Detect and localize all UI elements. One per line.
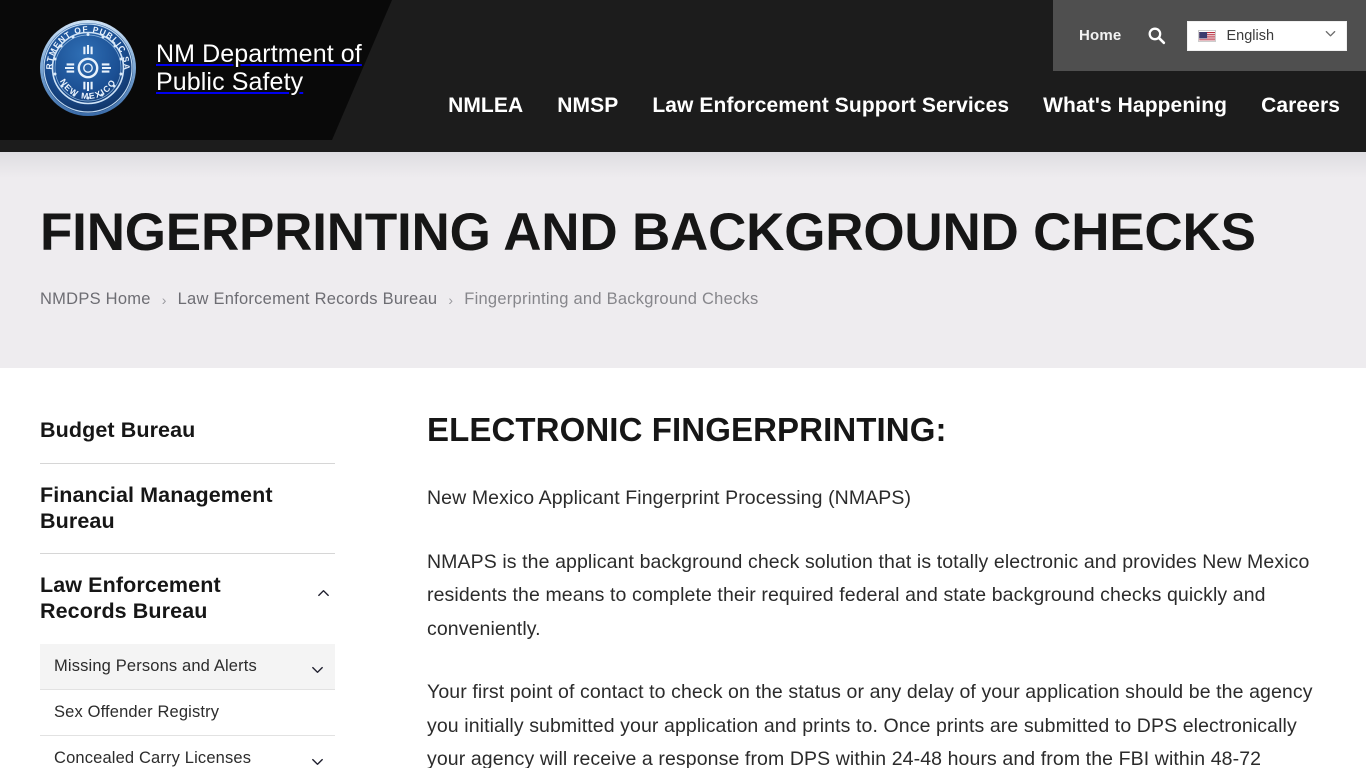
hero-band: Fingerprinting and Background Checks NMD… bbox=[0, 152, 1366, 368]
content-heading: Electronic Fingerprinting: bbox=[427, 411, 947, 448]
sidebar-subitem-missing-persons-and-alerts[interactable]: Missing Persons and Alerts bbox=[40, 643, 335, 690]
sidebar-subitem-sex-offender-registry[interactable]: Sex Offender Registry bbox=[40, 690, 335, 736]
search-icon[interactable] bbox=[1143, 23, 1169, 49]
chevron-up-icon[interactable] bbox=[316, 586, 331, 606]
sidebar-item-label: Financial Management Bureau bbox=[40, 482, 273, 533]
sidebar-navigation: Budget Bureau Financial Management Burea… bbox=[40, 368, 335, 768]
us-flag-icon bbox=[1198, 29, 1217, 42]
nav-item-careers[interactable]: Careers bbox=[1244, 94, 1340, 118]
breadcrumb-separator-icon: › bbox=[161, 291, 167, 308]
language-selected-label: English bbox=[1226, 27, 1275, 44]
sidebar-subitem-label: Concealed Carry Licenses bbox=[54, 748, 252, 767]
sidebar-subitem-concealed-carry-licenses[interactable]: Concealed Carry Licenses bbox=[40, 736, 335, 768]
sidebar-item-law-enforcement-records-bureau[interactable]: Law Enforcement Records Bureau bbox=[40, 554, 335, 644]
sidebar-sublist: Missing Persons and Alerts Sex Offender … bbox=[40, 643, 335, 768]
breadcrumb-separator-icon: › bbox=[448, 291, 454, 308]
breadcrumb-item-nmdps-home[interactable]: NMDPS Home bbox=[40, 290, 151, 309]
sidebar-item-label: Budget Bureau bbox=[40, 418, 196, 442]
page-body: Budget Bureau Financial Management Burea… bbox=[0, 368, 1366, 768]
page-title: Fingerprinting and Background Checks bbox=[40, 203, 1256, 262]
main-navigation: NMLEA NMSP Law Enforcement Support Servi… bbox=[431, 94, 1340, 118]
sidebar-item-financial-management-bureau[interactable]: Financial Management Bureau bbox=[40, 464, 335, 555]
home-link[interactable]: Home bbox=[1079, 27, 1121, 44]
site-logo-title: NM Department of Public Safety bbox=[156, 39, 362, 97]
chevron-down-icon[interactable] bbox=[310, 662, 325, 682]
chevron-down-icon[interactable] bbox=[310, 754, 325, 768]
chevron-down-icon bbox=[1324, 27, 1337, 45]
site-logo-link[interactable]: DEPARTMENT OF PUBLIC SAFETY NEW MEXICO bbox=[34, 10, 362, 118]
nav-item-nmlea[interactable]: NMLEA bbox=[431, 94, 540, 118]
sidebar-item-budget-bureau[interactable]: Budget Bureau bbox=[40, 418, 335, 464]
breadcrumb: NMDPS Home › Law Enforcement Records Bur… bbox=[40, 290, 1326, 309]
sidebar-subitem-label: Missing Persons and Alerts bbox=[54, 656, 257, 675]
content-paragraph-3: Your first point of contact to check on … bbox=[427, 681, 1313, 768]
content-paragraph-2: NMAPS is the applicant background check … bbox=[427, 550, 1310, 640]
nmdps-seal-logo-icon: DEPARTMENT OF PUBLIC SAFETY NEW MEXICO bbox=[34, 10, 138, 118]
language-selector[interactable]: English bbox=[1187, 20, 1348, 51]
content-paragraph-1: New Mexico Applicant Fingerprint Process… bbox=[427, 487, 912, 510]
breadcrumb-item-law-enforcement-records-bureau[interactable]: Law Enforcement Records Bureau bbox=[178, 290, 438, 309]
nav-item-nmsp[interactable]: NMSP bbox=[540, 94, 635, 118]
utility-panel: Home English bbox=[1053, 0, 1366, 71]
nav-item-law-enforcement-support-services[interactable]: Law Enforcement Support Services bbox=[635, 94, 1026, 118]
nav-item-whats-happening[interactable]: What's Happening bbox=[1026, 94, 1244, 118]
sidebar-subitem-label: Sex Offender Registry bbox=[54, 702, 220, 721]
main-content: Electronic Fingerprinting: New Mexico Ap… bbox=[335, 368, 1326, 768]
site-header: DEPARTMENT OF PUBLIC SAFETY NEW MEXICO bbox=[0, 0, 1366, 152]
breadcrumb-item-current: Fingerprinting and Background Checks bbox=[464, 290, 759, 308]
sidebar-item-label: Law Enforcement Records Bureau bbox=[40, 573, 221, 624]
